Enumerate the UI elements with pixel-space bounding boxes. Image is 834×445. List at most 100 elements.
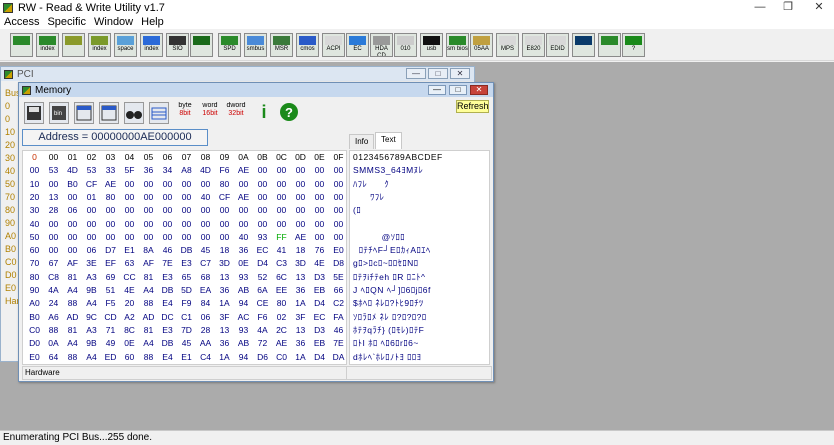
hex-byte-cell[interactable]: 00	[139, 231, 158, 244]
hex-byte-cell[interactable]: 00	[291, 164, 310, 177]
save-icon[interactable]	[24, 102, 44, 124]
refresh-button[interactable]: Refresh	[456, 100, 489, 113]
memory-window-title-bar[interactable]: Memory	[19, 83, 493, 97]
hex-byte-cell[interactable]: 00	[329, 231, 348, 244]
hex-byte-cell[interactable]: EC	[310, 311, 329, 324]
memory-index-button[interactable]: index	[88, 33, 111, 57]
hex-byte-cell[interactable]: 00	[196, 204, 215, 217]
hex-byte-cell[interactable]: 69	[101, 271, 120, 284]
hex-byte-cell[interactable]: E3	[158, 271, 177, 284]
hex-byte-cell[interactable]: 8C	[120, 324, 139, 337]
monitor-button[interactable]	[572, 33, 595, 57]
hex-byte-cell[interactable]: EF	[101, 257, 120, 270]
hex-byte-cell[interactable]: 4D	[196, 164, 215, 177]
hex-byte-cell[interactable]: 7E	[329, 337, 348, 350]
hex-byte-cell[interactable]: 4D	[63, 164, 82, 177]
hex-byte-cell[interactable]: 00	[272, 164, 291, 177]
pci-close-button[interactable]: ✕	[450, 68, 470, 79]
hex-byte-cell[interactable]: FF	[272, 231, 291, 244]
text-row[interactable]: gﾛ>ﾛcﾛ~ﾛﾛｾﾛNﾛ	[353, 257, 419, 270]
hex-byte-cell[interactable]: 9B	[82, 337, 101, 350]
hex-byte-cell[interactable]: 45	[196, 244, 215, 257]
hex-byte-cell[interactable]: 00	[253, 218, 272, 231]
hex-byte-cell[interactable]: 00	[82, 204, 101, 217]
hex-byte-cell[interactable]: 64	[44, 351, 63, 364]
hex-byte-cell[interactable]: 1A	[215, 351, 234, 364]
text-row[interactable]: ﾛﾄI ﾎﾛ ﾍﾛ6ﾛrﾛ6~	[353, 337, 419, 350]
hex-byte-cell[interactable]: DA	[329, 351, 348, 364]
hex-byte-cell[interactable]: CC	[120, 271, 139, 284]
text-row[interactable]: SMMS3_64ﾖMﾇﾚ	[353, 164, 423, 177]
help-button[interactable]: ?	[622, 33, 645, 57]
hex-byte-cell[interactable]: 46	[329, 324, 348, 337]
text-row[interactable]: dﾎﾚﾍ`ﾎﾚﾛﾉﾄﾖ ﾛﾛﾖ	[353, 351, 421, 364]
hex-byte-cell[interactable]: E3	[177, 257, 196, 270]
hex-byte-cell[interactable]: AA	[196, 337, 215, 350]
hex-byte-cell[interactable]: 52	[253, 271, 272, 284]
hex-byte-cell[interactable]: A4	[82, 297, 101, 310]
hex-byte-cell[interactable]: 00	[63, 231, 82, 244]
address-field[interactable]: Address = 00000000AE000000	[22, 129, 208, 146]
hex-byte-cell[interactable]: EA	[196, 284, 215, 297]
hex-byte-cell[interactable]: EC	[253, 244, 272, 257]
hex-byte-cell[interactable]: DB	[158, 337, 177, 350]
hex-byte-cell[interactable]: 00	[44, 244, 63, 257]
hex-byte-cell[interactable]: 00	[310, 164, 329, 177]
hex-byte-cell[interactable]: 00	[234, 218, 253, 231]
hex-byte-cell[interactable]: 00	[158, 191, 177, 204]
hex-byte-cell[interactable]: 13	[291, 324, 310, 337]
close-button[interactable]: ✕	[804, 0, 834, 15]
hex-byte-cell[interactable]: AE	[234, 164, 253, 177]
hex-byte-cell[interactable]: 36	[291, 337, 310, 350]
hex-byte-cell[interactable]: 94	[234, 297, 253, 310]
hex-byte-cell[interactable]: 0A	[44, 337, 63, 350]
hex-byte-cell[interactable]: E1	[177, 351, 196, 364]
hex-byte-cell[interactable]: 88	[44, 324, 63, 337]
menu-window[interactable]: Window	[90, 15, 137, 29]
hex-byte-cell[interactable]: 00	[139, 218, 158, 231]
hex-byte-cell[interactable]: 00	[82, 218, 101, 231]
hex-byte-cell[interactable]: 65	[177, 271, 196, 284]
hex-byte-cell[interactable]: 36	[291, 284, 310, 297]
hex-byte-cell[interactable]: 80	[272, 297, 291, 310]
hex-byte-cell[interactable]: 00	[44, 218, 63, 231]
hex-byte-cell[interactable]: EB	[310, 284, 329, 297]
hex-byte-cell[interactable]: AE	[272, 337, 291, 350]
hex-byte-cell[interactable]: 13	[44, 191, 63, 204]
hex-byte-cell[interactable]: CF	[82, 178, 101, 191]
hex-byte-cell[interactable]: 00	[291, 204, 310, 217]
hex-byte-cell[interactable]: AB	[234, 284, 253, 297]
hex-byte-cell[interactable]: 00	[329, 164, 348, 177]
pci-maximize-button[interactable]: □	[428, 68, 448, 79]
hex-byte-cell[interactable]: 00	[177, 191, 196, 204]
window-copy-icon[interactable]	[74, 102, 94, 124]
hex-byte-cell[interactable]: C8	[44, 271, 63, 284]
hex-byte-cell[interactable]: 5F	[120, 164, 139, 177]
hex-byte-cell[interactable]: 00	[291, 178, 310, 191]
hex-byte-cell[interactable]: 06	[82, 244, 101, 257]
hex-byte-cell[interactable]: 80	[215, 178, 234, 191]
hex-byte-cell[interactable]: 36	[139, 164, 158, 177]
hex-byte-cell[interactable]: 00	[101, 231, 120, 244]
hex-byte-cell[interactable]: 00	[177, 204, 196, 217]
hex-byte-cell[interactable]: A4	[139, 284, 158, 297]
hex-byte-cell[interactable]: 67	[44, 257, 63, 270]
io-index-button[interactable]: index	[140, 33, 163, 57]
hex-byte-cell[interactable]: 06	[196, 311, 215, 324]
hex-byte-cell[interactable]: F5	[101, 297, 120, 310]
memory-minimize-button[interactable]: —	[428, 85, 446, 95]
hex-byte-cell[interactable]: 00	[44, 178, 63, 191]
text-row[interactable]: ﾎﾃｦqﾗﾁ} (ﾛﾓﾚ)ﾛﾃF	[353, 324, 424, 337]
hex-byte-cell[interactable]: 49	[101, 337, 120, 350]
tab-text[interactable]: Text	[375, 132, 402, 149]
cmos-button[interactable]: cmos	[296, 33, 319, 57]
hex-byte-cell[interactable]: 53	[44, 164, 63, 177]
hex-byte-cell[interactable]: 6C	[272, 271, 291, 284]
mps-button[interactable]: MPS	[496, 33, 519, 57]
hex-byte-cell[interactable]: 36	[234, 244, 253, 257]
hex-byte-cell[interactable]: 4A	[44, 284, 63, 297]
bin-file-icon[interactable]: bin	[49, 102, 69, 124]
hex-byte-cell[interactable]: DB	[177, 244, 196, 257]
hex-byte-cell[interactable]: 2C	[272, 324, 291, 337]
hex-byte-cell[interactable]: AD	[139, 311, 158, 324]
